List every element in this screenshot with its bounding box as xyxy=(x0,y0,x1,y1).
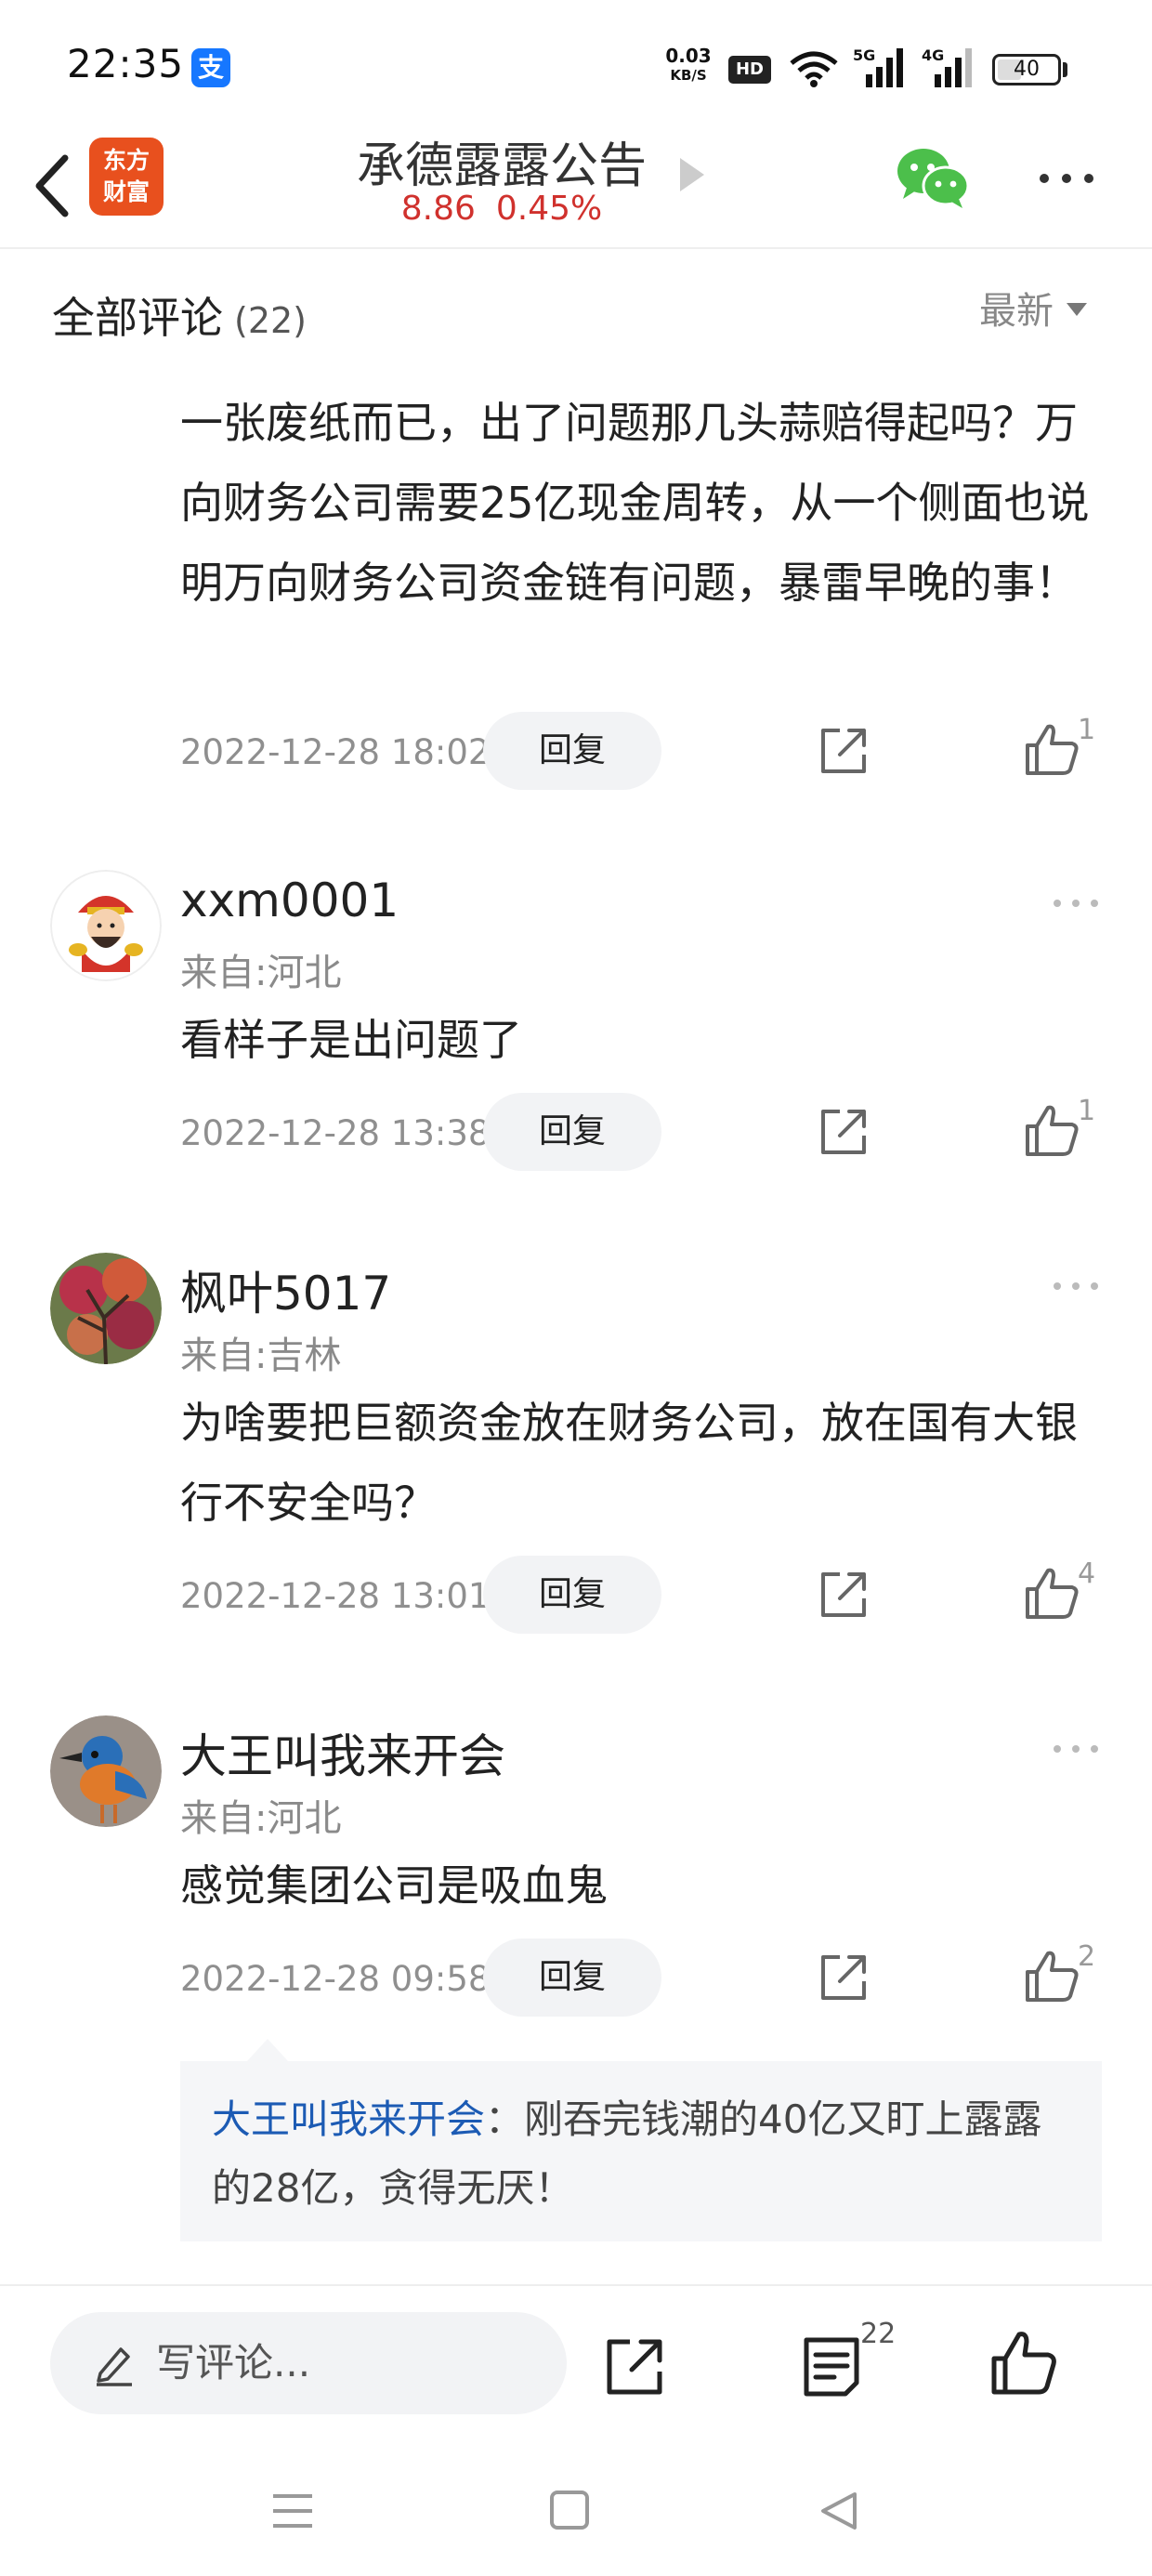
share-icon[interactable] xyxy=(816,1567,871,1623)
comment-author[interactable]: xxm0001 xyxy=(180,874,399,927)
system-navigation-bar xyxy=(0,2442,1152,2576)
status-bar: 22:35 支 0.03 KB/S HD 5G 4G 40 xyxy=(0,0,1152,121)
more-options-icon[interactable] xyxy=(1050,1741,1102,1756)
like-count: 1 xyxy=(1078,714,1096,746)
like-count: 4 xyxy=(1078,1557,1096,1590)
thumbs-up-icon[interactable] xyxy=(1022,1946,1081,2005)
home-icon[interactable] xyxy=(550,2491,589,2530)
comment-location: 来自:河北 xyxy=(180,1797,342,1840)
write-comment-input[interactable]: 写评论... xyxy=(50,2312,567,2414)
sort-caret-icon xyxy=(1067,303,1087,316)
comment-time: 2022-12-28 13:38 xyxy=(180,1113,491,1153)
avatar[interactable] xyxy=(50,1715,162,1827)
comment-location: 来自:吉林 xyxy=(180,1334,342,1377)
comment-text[interactable]: 为啥要把巨额资金放在财务公司，放在国有大银行不安全吗？ xyxy=(180,1383,1109,1543)
share-icon[interactable] xyxy=(602,2334,667,2399)
sub-reply-pointer xyxy=(247,2039,288,2061)
more-options-icon[interactable] xyxy=(1037,169,1096,188)
avatar[interactable] xyxy=(50,1253,162,1364)
comments-title-text: 全部评论 xyxy=(52,293,223,343)
bottom-action-bar: 写评论... 22 xyxy=(0,2284,1152,2442)
sub-reply-content: 大王叫我来开会：刚吞完钱潮的40亿又盯上露露的28亿，贪得无厌！ xyxy=(212,2085,1070,2223)
page-header: 东方 财富 承德露露公告 8.86 0.45% xyxy=(0,121,1152,249)
sub-reply-author[interactable]: 大王叫我来开会 xyxy=(212,2096,485,2142)
like-count: 2 xyxy=(1078,1940,1096,1973)
stock-change: 0.45% xyxy=(495,190,603,228)
reply-button[interactable]: 回复 xyxy=(483,1939,661,2017)
reply-button[interactable]: 回复 xyxy=(483,712,661,790)
comment-text[interactable]: 一张废纸而已，出了问题那几头蒜赔得起吗？万向财务公司需要25亿现金周转，从一个侧… xyxy=(180,383,1109,623)
sort-dropdown[interactable]: 最新 xyxy=(979,281,1087,335)
thumbs-up-icon[interactable] xyxy=(1022,1100,1081,1160)
network-speed: 0.03 KB/S xyxy=(661,46,715,85)
reply-button[interactable]: 回复 xyxy=(483,1556,661,1634)
battery-tip xyxy=(1063,62,1067,77)
comments-count: (22) xyxy=(234,300,308,341)
comment-time: 2022-12-28 18:02 xyxy=(180,732,491,772)
battery-level-text: 40 xyxy=(1014,58,1040,81)
thumbs-up-icon[interactable] xyxy=(1022,1563,1081,1623)
avatar[interactable] xyxy=(50,870,162,981)
pencil-icon xyxy=(97,2347,132,2386)
stock-quote[interactable]: 8.86 0.45% xyxy=(334,190,669,228)
sort-label: 最新 xyxy=(979,290,1054,333)
comments-list-icon[interactable] xyxy=(801,2334,862,2399)
wechat-share-icon[interactable] xyxy=(896,145,970,210)
comment-time: 2022-12-28 09:58 xyxy=(180,1959,491,1999)
share-icon[interactable] xyxy=(816,723,871,779)
network-speed-unit: KB/S xyxy=(670,67,707,84)
battery-icon: 40 xyxy=(992,54,1061,85)
network-speed-value: 0.03 xyxy=(665,45,712,67)
recent-apps-icon[interactable] xyxy=(271,2492,314,2530)
comment-author[interactable]: 枫叶5017 xyxy=(180,1256,391,1323)
page-title[interactable]: 承德露露公告 xyxy=(334,126,669,196)
comment-time: 2022-12-28 13:01 xyxy=(180,1576,491,1616)
alipay-notification-icon: 支 xyxy=(191,48,230,87)
share-icon[interactable] xyxy=(816,1950,871,2005)
share-icon[interactable] xyxy=(816,1104,871,1160)
wifi-icon xyxy=(790,51,838,87)
write-comment-placeholder: 写评论... xyxy=(156,2340,311,2385)
title-arrow-icon[interactable] xyxy=(680,158,704,191)
comment-text[interactable]: 感觉集团公司是吸血鬼 xyxy=(180,1846,1109,1925)
back-arrow-icon[interactable] xyxy=(24,149,84,223)
more-options-icon[interactable] xyxy=(1050,896,1102,911)
thumbs-up-icon[interactable] xyxy=(1022,719,1081,779)
stock-price: 8.86 xyxy=(400,190,476,228)
system-back-icon[interactable] xyxy=(818,2489,860,2533)
logo-line-2: 财富 xyxy=(102,178,150,205)
more-options-icon[interactable] xyxy=(1050,1279,1102,1294)
sub-reply-box[interactable]: 大王叫我来开会：刚吞完钱潮的40亿又盯上露露的28亿，贪得无厌！ xyxy=(180,2061,1102,2241)
comments-section-title: 全部评论 (22) xyxy=(52,284,307,346)
comment-text[interactable]: 看样子是出问题了 xyxy=(180,1000,1109,1080)
hd-voice-icon: HD xyxy=(728,56,771,84)
comment-author[interactable]: 大王叫我来开会 xyxy=(180,1719,505,1786)
eastmoney-logo[interactable]: 东方 财富 xyxy=(89,138,164,216)
reply-button[interactable]: 回复 xyxy=(483,1093,661,1171)
status-time: 22:35 xyxy=(67,41,185,86)
comments-count-badge: 22 xyxy=(860,2318,897,2350)
comment-location: 来自:河北 xyxy=(180,952,342,994)
thumbs-up-icon[interactable] xyxy=(988,2327,1059,2398)
logo-line-1: 东方 xyxy=(102,147,150,174)
like-count: 1 xyxy=(1078,1095,1096,1127)
